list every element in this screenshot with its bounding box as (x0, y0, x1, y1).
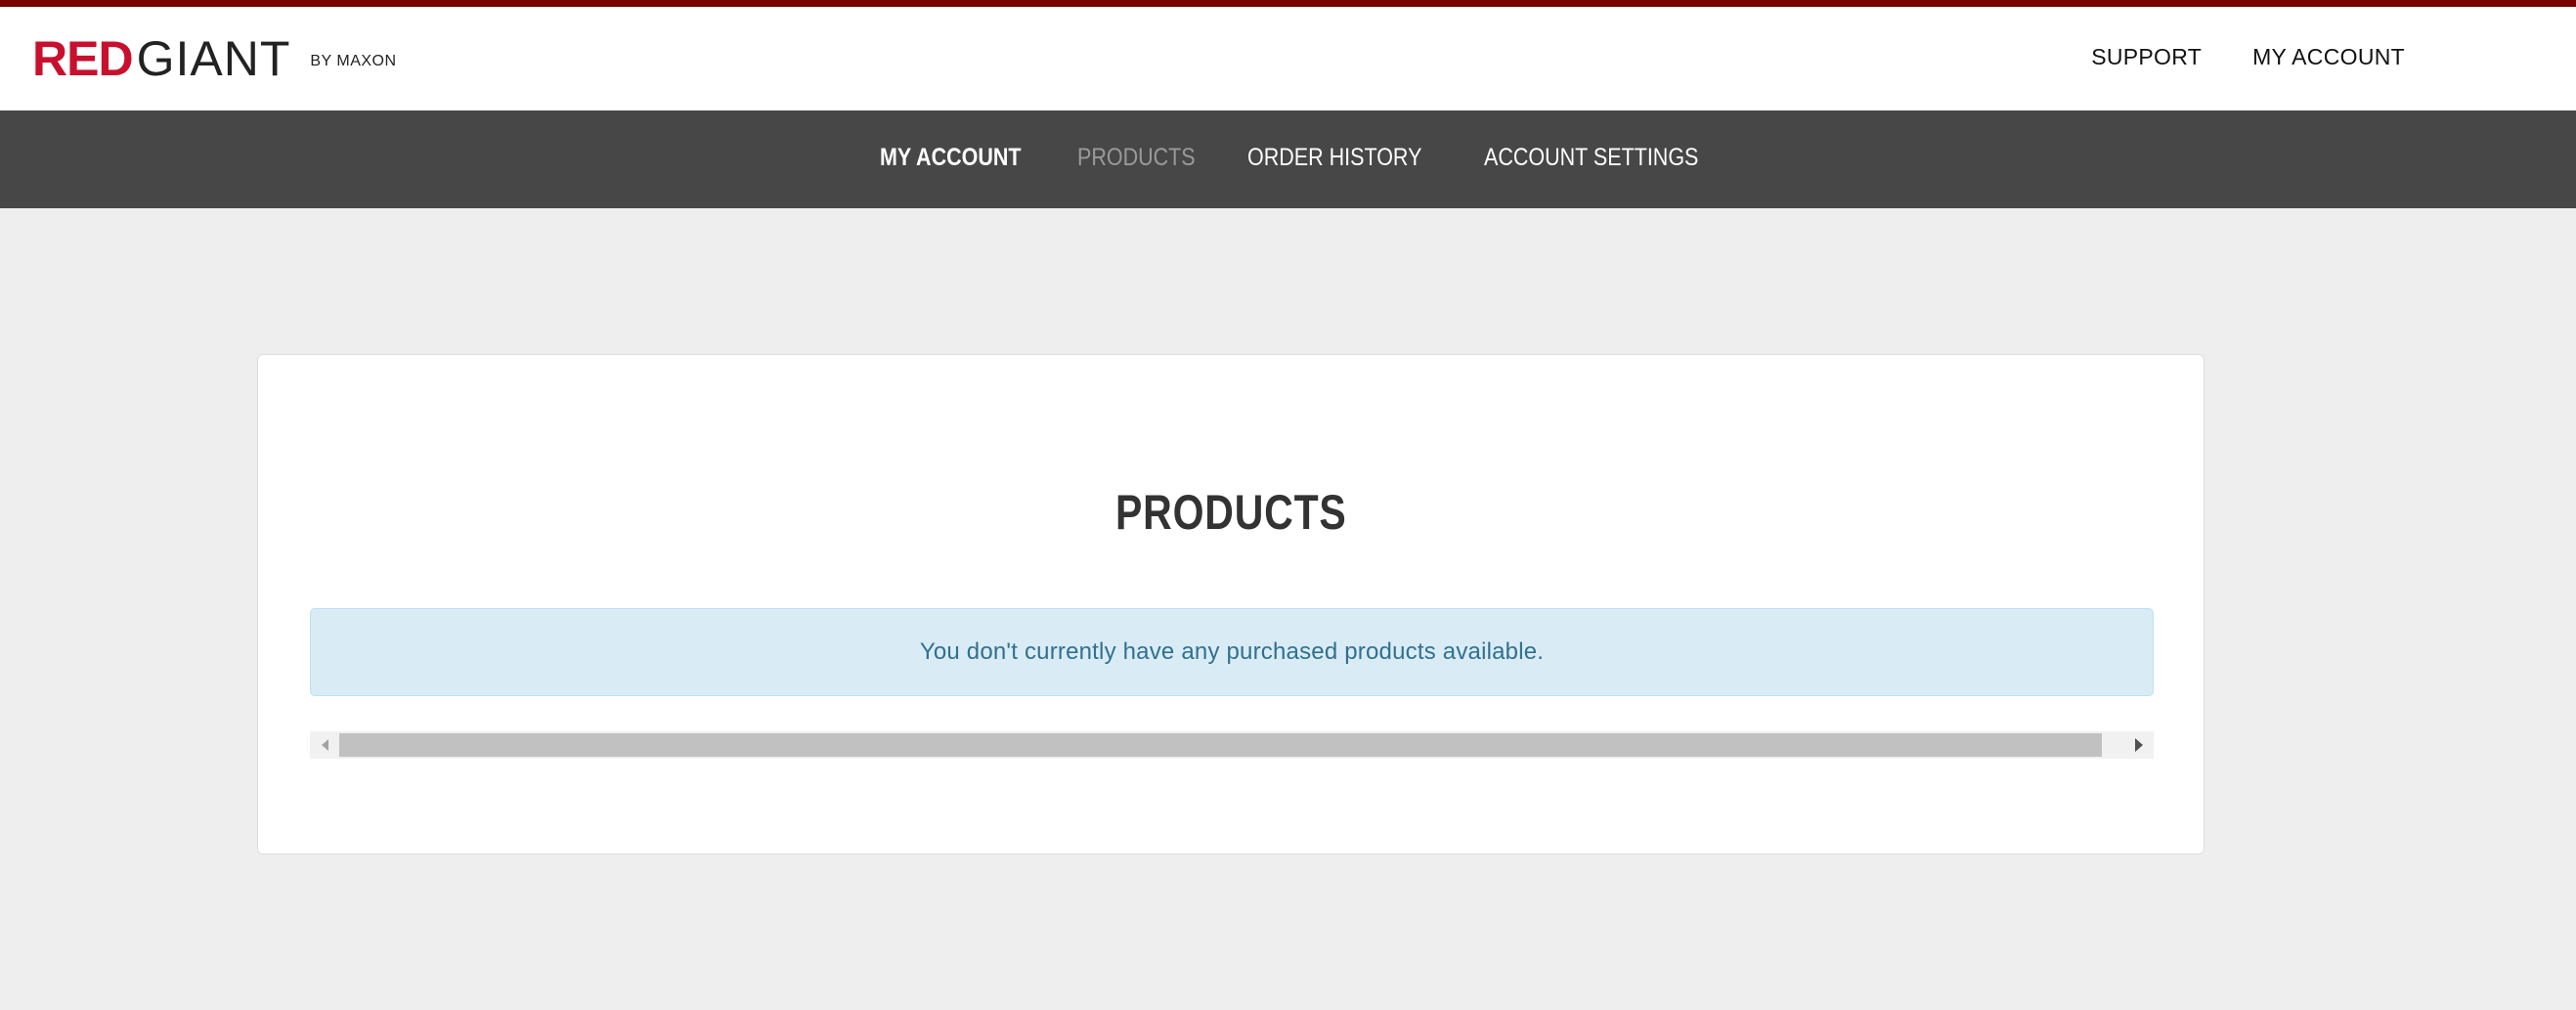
header-nav: SUPPORT MY ACCOUNT (2091, 44, 2405, 70)
scroll-left-arrow-icon (321, 739, 328, 751)
my-account-link[interactable]: MY ACCOUNT (2252, 44, 2405, 70)
horizontal-scrollbar[interactable] (310, 731, 2154, 759)
info-alert: You don't currently have any purchased p… (310, 608, 2154, 696)
scroll-right-button[interactable] (2124, 731, 2154, 759)
account-subnav: MY ACCOUNT PRODUCTS ORDER HISTORY ACCOUN… (0, 110, 2576, 208)
page-title: PRODUCTS (1114, 485, 1347, 540)
alert-message: You don't currently have any purchased p… (919, 638, 1545, 665)
top-accent-strip (0, 0, 2576, 7)
products-card: PRODUCTS You don't currently have any pu… (257, 354, 2205, 855)
subnav-item-products[interactable]: PRODUCTS (1077, 144, 1196, 172)
subnav-item-order-history[interactable]: ORDER HISTORY (1247, 144, 1421, 172)
scroll-thumb[interactable] (339, 733, 2102, 757)
logo-red-text: RED (32, 31, 134, 86)
site-header: RED GIANT BY MAXON SUPPORT MY ACCOUNT (0, 7, 2576, 110)
subnav-item-my-account[interactable]: MY ACCOUNT (880, 144, 1022, 172)
red-giant-logo[interactable]: RED GIANT BY MAXON (32, 30, 397, 89)
support-link[interactable]: SUPPORT (2091, 44, 2202, 70)
logo-by-maxon-text: BY MAXON (310, 53, 397, 69)
scroll-right-arrow-icon (2135, 738, 2143, 752)
scroll-left-button[interactable] (310, 731, 339, 759)
logo-giant-text: GIANT (136, 31, 291, 86)
subnav-item-account-settings[interactable]: ACCOUNT SETTINGS (1484, 144, 1698, 172)
